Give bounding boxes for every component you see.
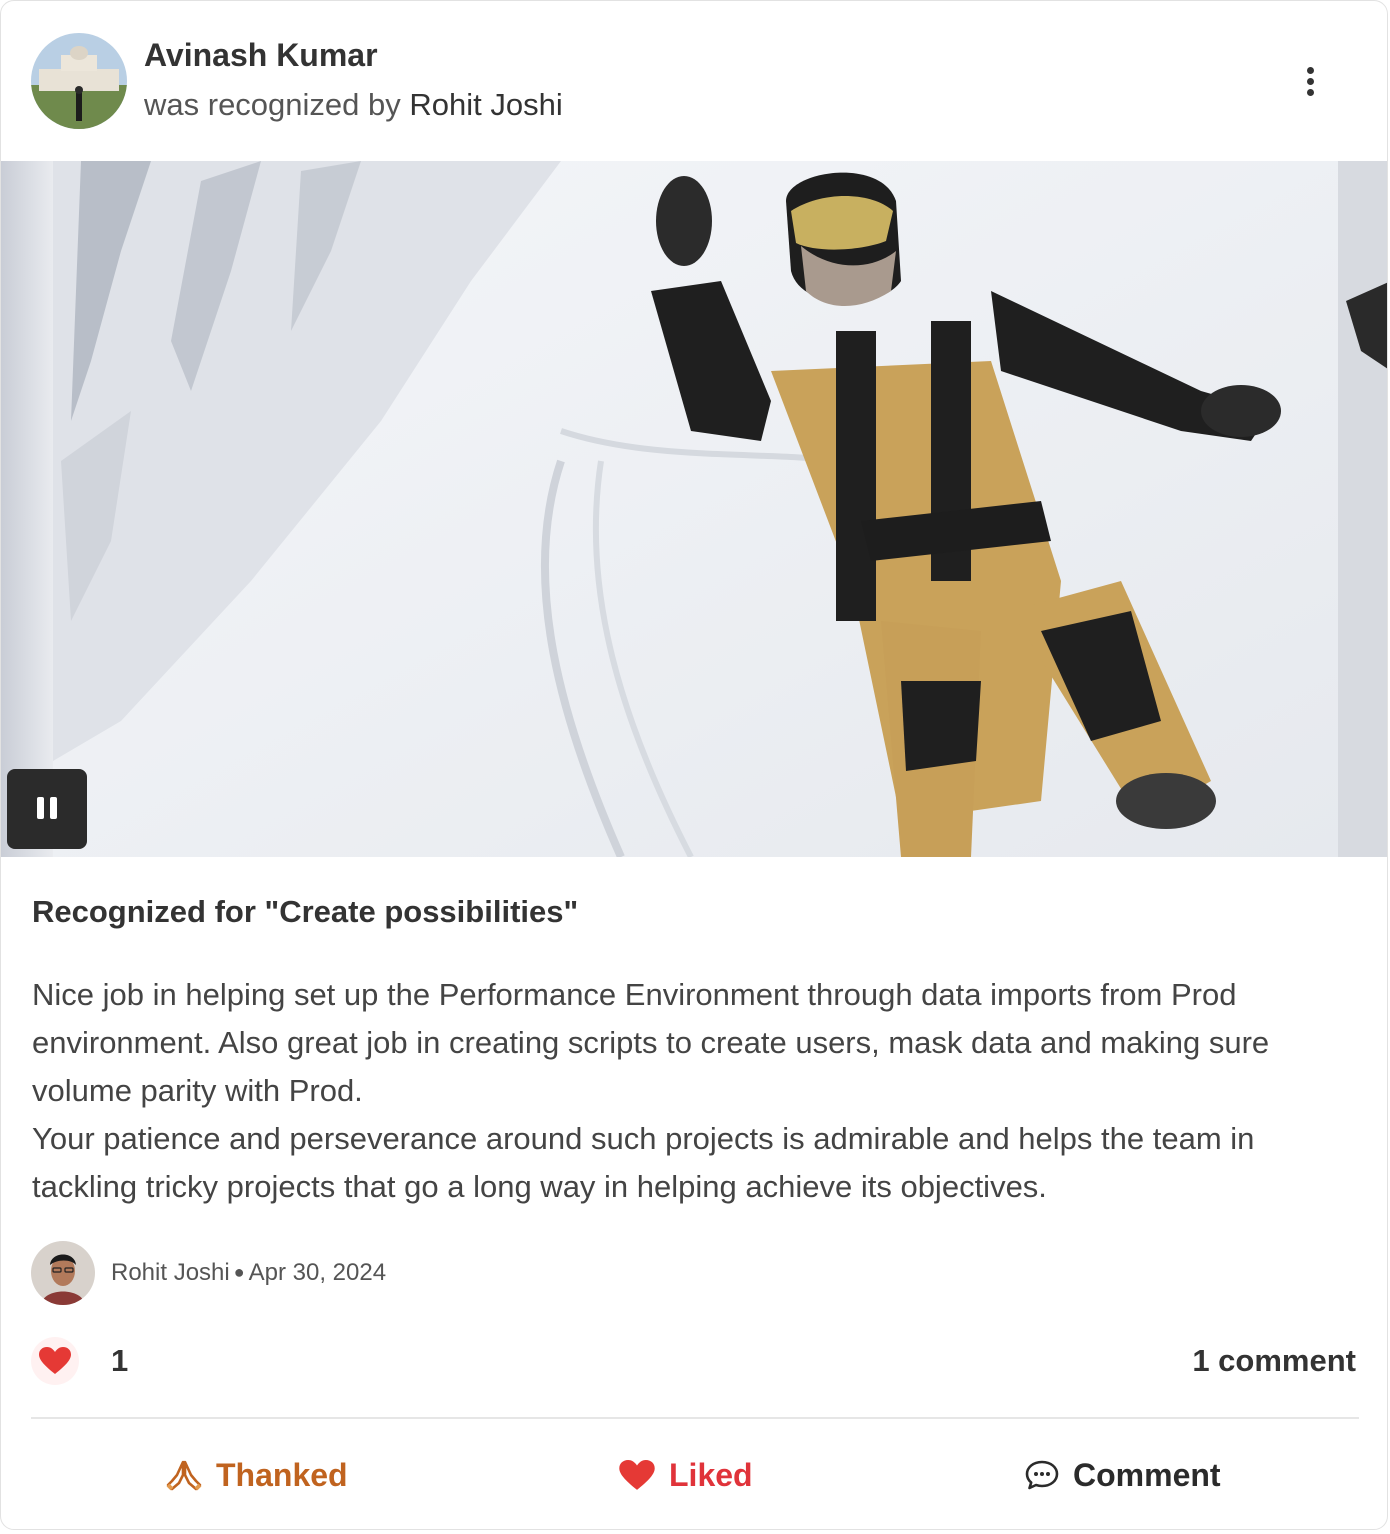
heart-icon (619, 1459, 655, 1490)
post-date: Apr 30, 2024 (248, 1259, 387, 1286)
pause-button[interactable] (7, 769, 87, 849)
likes-summary[interactable] (31, 1337, 79, 1385)
recognition-message: Nice job in helping set up the Performan… (32, 971, 1352, 1211)
recognition-gif (1, 161, 1387, 857)
recognition-card: Avinash Kumar was recognized by Rohit Jo… (0, 0, 1388, 1530)
liked-label: Liked (669, 1456, 753, 1493)
divider (31, 1417, 1359, 1419)
comment-count[interactable]: 1 comment (1192, 1343, 1356, 1379)
recognized-for-title: Recognized for "Create possibilities" (32, 894, 579, 929)
recognized-by-line: was recognized by Rohit Joshi (144, 87, 563, 123)
recipient-name[interactable]: Avinash Kumar (144, 37, 378, 74)
speech-bubble-icon (1025, 1460, 1059, 1490)
comment-button[interactable]: Comment (1025, 1451, 1221, 1499)
thanked-button[interactable]: Thanked (166, 1451, 348, 1499)
heart-icon (39, 1347, 71, 1374)
comment-label: Comment (1073, 1456, 1221, 1493)
giver-name[interactable]: Rohit Joshi (111, 1259, 230, 1286)
thanked-label: Thanked (216, 1456, 348, 1493)
message-paragraph: Nice job in helping set up the Performan… (32, 977, 1270, 1108)
giver-name-link[interactable]: Rohit Joshi (409, 87, 562, 122)
liked-button[interactable]: Liked (619, 1451, 753, 1499)
recipient-avatar[interactable] (31, 33, 127, 129)
like-count[interactable]: 1 (111, 1343, 128, 1379)
praying-hands-icon (166, 1460, 202, 1491)
giver-avatar[interactable] (31, 1241, 95, 1305)
separator-dot: ● (233, 1262, 245, 1282)
kebab-vertical-icon[interactable] (1291, 59, 1331, 103)
message-paragraph: Your patience and perseverance around su… (32, 1121, 1255, 1204)
post-meta: Rohit Joshi ● Apr 30, 2024 (111, 1259, 386, 1287)
post-header: Avinash Kumar was recognized by Rohit Jo… (1, 1, 1387, 161)
recognized-prefix: was recognized by (144, 87, 401, 122)
